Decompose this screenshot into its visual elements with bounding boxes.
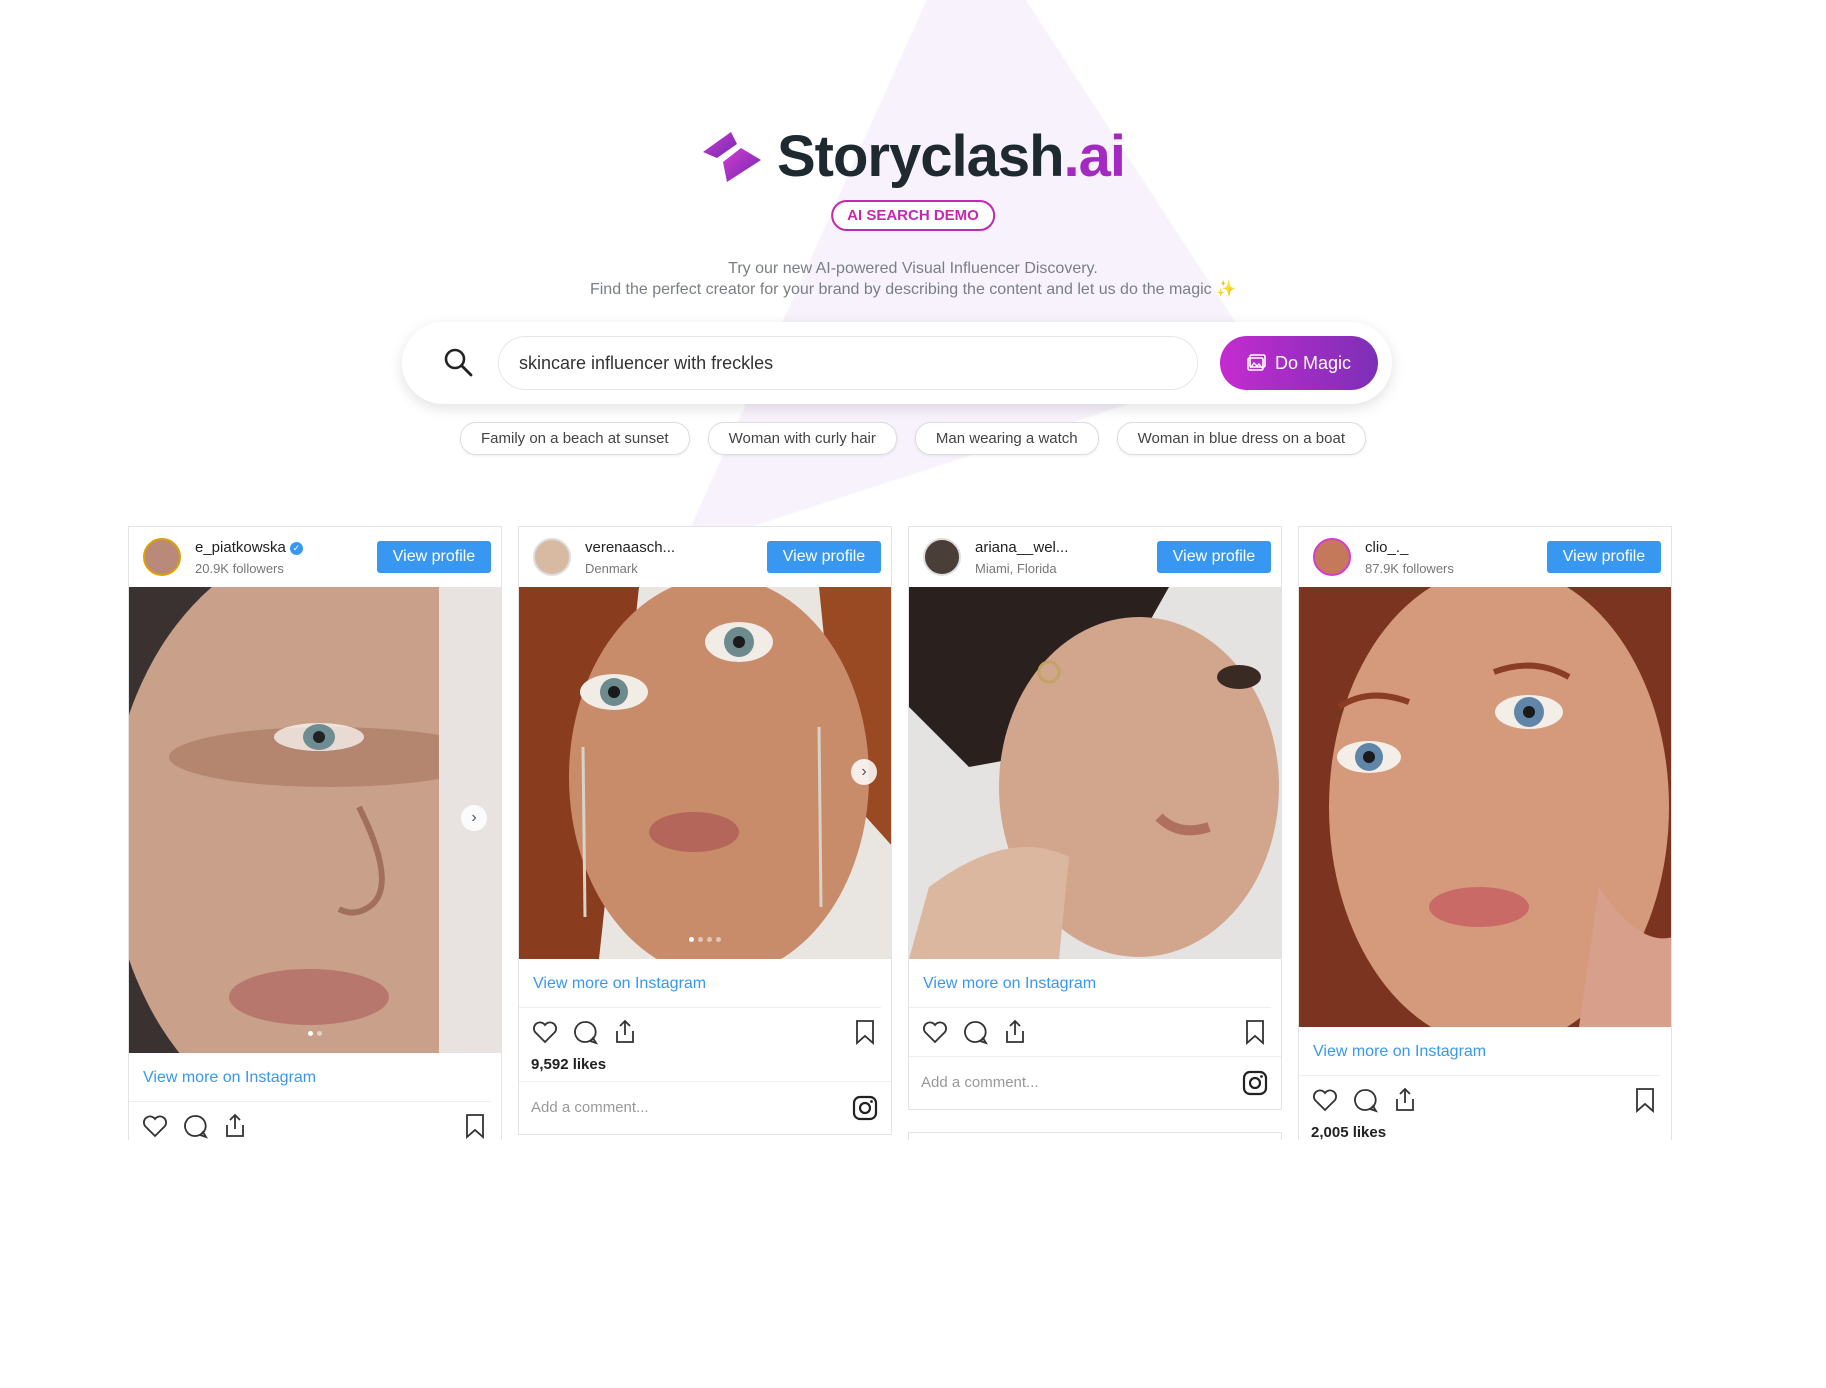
post-photo[interactable]: › [519, 587, 891, 959]
comment-icon[interactable] [181, 1112, 209, 1140]
view-profile-button[interactable]: View profile [1157, 541, 1271, 573]
heart-icon[interactable] [141, 1112, 169, 1140]
suggestion-chip[interactable]: Woman with curly hair [707, 422, 897, 455]
tagline-line-2: Find the perfect creator for your brand … [589, 281, 1237, 298]
search-icon [444, 348, 473, 377]
card-header: verenaasch... Denmark View profile [519, 527, 891, 587]
heart-icon[interactable] [531, 1018, 559, 1046]
comment-row: Add a comment... [909, 1056, 1281, 1109]
suggestion-chip[interactable]: Man wearing a watch [914, 422, 1099, 455]
storyclash-logo-icon [702, 132, 761, 182]
do-magic-button[interactable]: Do Magic [1220, 336, 1378, 390]
view-more-link[interactable]: View more on Instagram [129, 1053, 491, 1102]
brand-name: Storyclash.ai [776, 124, 1126, 189]
face-photo [129, 587, 501, 1053]
influencer-card: clio_._ 87.9K followers View profile Vie… [1298, 526, 1672, 1140]
card-header: ariana__wel... Miami, Florida View profi… [909, 527, 1281, 587]
brand-logo: Storyclash.ai [0, 128, 1826, 186]
do-magic-label: Do Magic [1274, 352, 1352, 373]
username[interactable]: e_piatkowska ✓ [195, 539, 303, 556]
post-photo[interactable] [1299, 587, 1671, 1027]
search-bar: Do Magic [402, 322, 1392, 404]
carousel-next-icon[interactable]: › [461, 805, 487, 831]
carousel-next-icon[interactable]: › [851, 759, 877, 785]
search-input[interactable] [498, 336, 1198, 390]
heart-icon[interactable] [1311, 1086, 1339, 1114]
view-profile-button[interactable]: View profile [767, 541, 881, 573]
influencer-card: verenaasch... Denmark View profile › Vie… [518, 526, 892, 1135]
share-icon[interactable] [611, 1018, 639, 1046]
post-photo[interactable]: › [129, 587, 501, 1053]
share-icon[interactable] [1391, 1086, 1419, 1114]
avatar[interactable] [923, 538, 961, 576]
share-icon[interactable] [1001, 1018, 1029, 1046]
post-actions [1299, 1076, 1671, 1124]
avatar[interactable] [1313, 538, 1351, 576]
results-grid: e_piatkowska ✓ 20.9K followers View profi… [128, 526, 1698, 1140]
tagline-line-1: Try our new AI-powered Visual Influencer… [728, 260, 1098, 277]
username[interactable]: ariana__wel... [975, 539, 1068, 556]
likes-count: 9,592 likes [531, 1056, 607, 1073]
post-photo[interactable] [909, 587, 1281, 959]
carousel-dots [129, 1023, 501, 1041]
follower-count: 20.9K followers [195, 561, 284, 576]
carousel-dots [519, 929, 891, 947]
influencer-card: e_piatkowska ✓ 20.9K followers View profi… [128, 526, 502, 1140]
bookmark-icon[interactable] [461, 1112, 489, 1140]
username[interactable]: clio_._ [1365, 539, 1408, 556]
follower-count: 87.9K followers [1365, 561, 1454, 576]
location: Miami, Florida [975, 561, 1057, 576]
view-more-link[interactable]: View more on Instagram [1299, 1027, 1661, 1076]
influencer-card: ariana__wel... Miami, Florida View profi… [908, 526, 1282, 1110]
instagram-icon[interactable] [851, 1094, 879, 1122]
likes-count: 2,005 likes [1311, 1124, 1387, 1140]
face-photo [909, 587, 1281, 959]
post-actions [129, 1102, 501, 1140]
view-more-link[interactable]: View more on Instagram [909, 959, 1271, 1008]
face-photo [1299, 587, 1671, 1027]
add-comment-input[interactable]: Add a comment... [531, 1099, 649, 1116]
face-photo [519, 587, 891, 959]
image-icon [1247, 354, 1266, 371]
comment-icon[interactable] [961, 1018, 989, 1046]
post-actions [519, 1008, 891, 1056]
avatar[interactable] [143, 538, 181, 576]
comment-icon[interactable] [1351, 1086, 1379, 1114]
view-profile-button[interactable]: View profile [1547, 541, 1661, 573]
verified-badge-icon: ✓ [289, 541, 303, 555]
comment-icon[interactable] [571, 1018, 599, 1046]
add-comment-input[interactable]: Add a comment... [921, 1074, 1039, 1091]
share-icon[interactable] [221, 1112, 249, 1140]
avatar[interactable] [533, 538, 571, 576]
view-profile-button[interactable]: View profile [377, 541, 491, 573]
card-header: clio_._ 87.9K followers View profile [1299, 527, 1671, 587]
suggestion-chip[interactable]: Woman in blue dress on a boat [1116, 422, 1366, 455]
ai-search-demo-badge: AI SEARCH DEMO [831, 200, 995, 231]
suggestion-chips: Family on a beach at sunset Woman with c… [0, 422, 1826, 455]
instagram-icon[interactable] [1241, 1069, 1269, 1097]
post-actions [909, 1008, 1281, 1056]
bookmark-icon[interactable] [1631, 1086, 1659, 1114]
heart-icon[interactable] [921, 1018, 949, 1046]
next-card-edge [908, 1132, 1282, 1140]
username[interactable]: verenaasch... [585, 539, 675, 556]
view-more-link[interactable]: View more on Instagram [519, 959, 881, 1008]
location: Denmark [585, 561, 638, 576]
comment-row: Add a comment... [519, 1081, 891, 1134]
bookmark-icon[interactable] [1241, 1018, 1269, 1046]
tagline: Try our new AI-powered Visual Influencer… [0, 258, 1826, 300]
bookmark-icon[interactable] [851, 1018, 879, 1046]
card-header: e_piatkowska ✓ 20.9K followers View profi… [129, 527, 501, 587]
suggestion-chip[interactable]: Family on a beach at sunset [460, 422, 690, 455]
